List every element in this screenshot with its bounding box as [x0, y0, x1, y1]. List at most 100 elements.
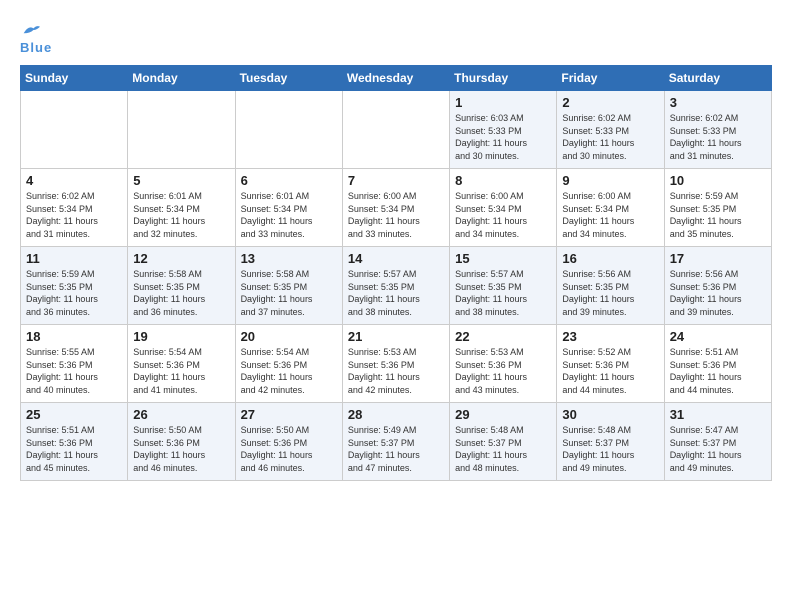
- calendar-cell: 11Sunrise: 5:59 AM Sunset: 5:35 PM Dayli…: [21, 247, 128, 325]
- calendar-body: 1 Sunrise: 6:03 AM Sunset: 5:33 PM Daylig…: [21, 91, 772, 481]
- day-info: Sunrise: 5:50 AM Sunset: 5:36 PM Dayligh…: [133, 424, 229, 474]
- day-number: 12: [133, 251, 229, 266]
- weekday-header-sunday: Sunday: [21, 66, 128, 91]
- calendar-cell: 20Sunrise: 5:54 AM Sunset: 5:36 PM Dayli…: [235, 325, 342, 403]
- day-info: Sunrise: 6:02 AM Sunset: 5:34 PM Dayligh…: [26, 190, 122, 240]
- day-number: 25: [26, 407, 122, 422]
- calendar-cell: 6 Sunrise: 6:01 AM Sunset: 5:34 PM Daylig…: [235, 169, 342, 247]
- day-number: 13: [241, 251, 337, 266]
- weekday-header-friday: Friday: [557, 66, 664, 91]
- day-info: Sunrise: 5:59 AM Sunset: 5:35 PM Dayligh…: [670, 190, 766, 240]
- calendar-cell: 27 Sunrise: 5:50 AM Sunset: 5:36 PM Dayli…: [235, 403, 342, 481]
- day-number: 23: [562, 329, 658, 344]
- day-number: 17: [670, 251, 766, 266]
- day-info: Sunrise: 5:50 AM Sunset: 5:36 PM Dayligh…: [241, 424, 337, 474]
- day-info: Sunrise: 5:53 AM Sunset: 5:36 PM Dayligh…: [455, 346, 551, 396]
- day-info: Sunrise: 5:57 AM Sunset: 5:35 PM Dayligh…: [348, 268, 444, 318]
- day-number: 9: [562, 173, 658, 188]
- calendar-cell: 16 Sunrise: 5:56 AM Sunset: 5:35 PM Dayli…: [557, 247, 664, 325]
- day-number: 28: [348, 407, 444, 422]
- calendar-cell: 3 Sunrise: 6:02 AM Sunset: 5:33 PM Daylig…: [664, 91, 771, 169]
- day-info: Sunrise: 5:56 AM Sunset: 5:36 PM Dayligh…: [670, 268, 766, 318]
- calendar-cell: 9 Sunrise: 6:00 AM Sunset: 5:34 PM Daylig…: [557, 169, 664, 247]
- calendar-header-row: SundayMondayTuesdayWednesdayThursdayFrid…: [21, 66, 772, 91]
- day-number: 2: [562, 95, 658, 110]
- calendar-week-row: 4 Sunrise: 6:02 AM Sunset: 5:34 PM Daylig…: [21, 169, 772, 247]
- day-number: 30: [562, 407, 658, 422]
- calendar-cell: [21, 91, 128, 169]
- day-number: 6: [241, 173, 337, 188]
- weekday-header-wednesday: Wednesday: [342, 66, 449, 91]
- calendar-cell: 23 Sunrise: 5:52 AM Sunset: 5:36 PM Dayli…: [557, 325, 664, 403]
- calendar-week-row: 11Sunrise: 5:59 AM Sunset: 5:35 PM Dayli…: [21, 247, 772, 325]
- day-number: 8: [455, 173, 551, 188]
- calendar-cell: 21 Sunrise: 5:53 AM Sunset: 5:36 PM Dayli…: [342, 325, 449, 403]
- day-number: 4: [26, 173, 122, 188]
- day-number: 24: [670, 329, 766, 344]
- day-info: Sunrise: 6:00 AM Sunset: 5:34 PM Dayligh…: [348, 190, 444, 240]
- weekday-header-thursday: Thursday: [450, 66, 557, 91]
- day-number: 7: [348, 173, 444, 188]
- day-info: Sunrise: 6:02 AM Sunset: 5:33 PM Dayligh…: [562, 112, 658, 162]
- day-info: Sunrise: 5:51 AM Sunset: 5:36 PM Dayligh…: [670, 346, 766, 396]
- calendar-week-row: 18Sunrise: 5:55 AM Sunset: 5:36 PM Dayli…: [21, 325, 772, 403]
- day-info: Sunrise: 5:59 AM Sunset: 5:35 PM Dayligh…: [26, 268, 122, 318]
- calendar-cell: 18Sunrise: 5:55 AM Sunset: 5:36 PM Dayli…: [21, 325, 128, 403]
- calendar-cell: [128, 91, 235, 169]
- day-info: Sunrise: 5:55 AM Sunset: 5:36 PM Dayligh…: [26, 346, 122, 396]
- day-number: 14: [348, 251, 444, 266]
- calendar-cell: 25 Sunrise: 5:51 AM Sunset: 5:36 PM Dayli…: [21, 403, 128, 481]
- day-info: Sunrise: 6:02 AM Sunset: 5:33 PM Dayligh…: [670, 112, 766, 162]
- logo: Blue: [20, 18, 52, 55]
- day-info: Sunrise: 5:49 AM Sunset: 5:37 PM Dayligh…: [348, 424, 444, 474]
- calendar-cell: 26 Sunrise: 5:50 AM Sunset: 5:36 PM Dayli…: [128, 403, 235, 481]
- logo-sub: Blue: [20, 40, 52, 55]
- day-number: 29: [455, 407, 551, 422]
- day-info: Sunrise: 5:56 AM Sunset: 5:35 PM Dayligh…: [562, 268, 658, 318]
- day-number: 20: [241, 329, 337, 344]
- weekday-header-tuesday: Tuesday: [235, 66, 342, 91]
- calendar-week-row: 1 Sunrise: 6:03 AM Sunset: 5:33 PM Daylig…: [21, 91, 772, 169]
- calendar-cell: 2 Sunrise: 6:02 AM Sunset: 5:33 PM Daylig…: [557, 91, 664, 169]
- day-number: 1: [455, 95, 551, 110]
- day-info: Sunrise: 6:01 AM Sunset: 5:34 PM Dayligh…: [241, 190, 337, 240]
- day-info: Sunrise: 6:03 AM Sunset: 5:33 PM Dayligh…: [455, 112, 551, 162]
- day-number: 27: [241, 407, 337, 422]
- calendar-cell: 1 Sunrise: 6:03 AM Sunset: 5:33 PM Daylig…: [450, 91, 557, 169]
- day-info: Sunrise: 6:00 AM Sunset: 5:34 PM Dayligh…: [562, 190, 658, 240]
- page: Blue SundayMondayTuesdayWednesdayThursda…: [0, 0, 792, 491]
- day-info: Sunrise: 5:52 AM Sunset: 5:36 PM Dayligh…: [562, 346, 658, 396]
- calendar-cell: 28 Sunrise: 5:49 AM Sunset: 5:37 PM Dayli…: [342, 403, 449, 481]
- calendar-cell: 7 Sunrise: 6:00 AM Sunset: 5:34 PM Daylig…: [342, 169, 449, 247]
- day-info: Sunrise: 5:51 AM Sunset: 5:36 PM Dayligh…: [26, 424, 122, 474]
- weekday-header-monday: Monday: [128, 66, 235, 91]
- day-info: Sunrise: 5:53 AM Sunset: 5:36 PM Dayligh…: [348, 346, 444, 396]
- calendar-cell: 13 Sunrise: 5:58 AM Sunset: 5:35 PM Dayli…: [235, 247, 342, 325]
- day-number: 19: [133, 329, 229, 344]
- calendar-cell: 5Sunrise: 6:01 AM Sunset: 5:34 PM Daylig…: [128, 169, 235, 247]
- day-info: Sunrise: 5:48 AM Sunset: 5:37 PM Dayligh…: [562, 424, 658, 474]
- day-info: Sunrise: 5:58 AM Sunset: 5:35 PM Dayligh…: [133, 268, 229, 318]
- calendar-cell: 15Sunrise: 5:57 AM Sunset: 5:35 PM Dayli…: [450, 247, 557, 325]
- calendar-cell: 12 Sunrise: 5:58 AM Sunset: 5:35 PM Dayli…: [128, 247, 235, 325]
- calendar-cell: 14 Sunrise: 5:57 AM Sunset: 5:35 PM Dayli…: [342, 247, 449, 325]
- day-info: Sunrise: 5:48 AM Sunset: 5:37 PM Dayligh…: [455, 424, 551, 474]
- day-number: 26: [133, 407, 229, 422]
- calendar-cell: 4 Sunrise: 6:02 AM Sunset: 5:34 PM Daylig…: [21, 169, 128, 247]
- day-number: 3: [670, 95, 766, 110]
- calendar-cell: 30 Sunrise: 5:48 AM Sunset: 5:37 PM Dayli…: [557, 403, 664, 481]
- calendar-cell: 22Sunrise: 5:53 AM Sunset: 5:36 PM Dayli…: [450, 325, 557, 403]
- day-info: Sunrise: 6:00 AM Sunset: 5:34 PM Dayligh…: [455, 190, 551, 240]
- day-info: Sunrise: 5:58 AM Sunset: 5:35 PM Dayligh…: [241, 268, 337, 318]
- calendar-cell: 24 Sunrise: 5:51 AM Sunset: 5:36 PM Dayli…: [664, 325, 771, 403]
- calendar-week-row: 25 Sunrise: 5:51 AM Sunset: 5:36 PM Dayli…: [21, 403, 772, 481]
- calendar-cell: 19Sunrise: 5:54 AM Sunset: 5:36 PM Dayli…: [128, 325, 235, 403]
- day-number: 15: [455, 251, 551, 266]
- day-number: 21: [348, 329, 444, 344]
- day-number: 16: [562, 251, 658, 266]
- day-info: Sunrise: 5:47 AM Sunset: 5:37 PM Dayligh…: [670, 424, 766, 474]
- calendar-cell: 29 Sunrise: 5:48 AM Sunset: 5:37 PM Dayli…: [450, 403, 557, 481]
- calendar-table: SundayMondayTuesdayWednesdayThursdayFrid…: [20, 65, 772, 481]
- day-number: 31: [670, 407, 766, 422]
- day-number: 5: [133, 173, 229, 188]
